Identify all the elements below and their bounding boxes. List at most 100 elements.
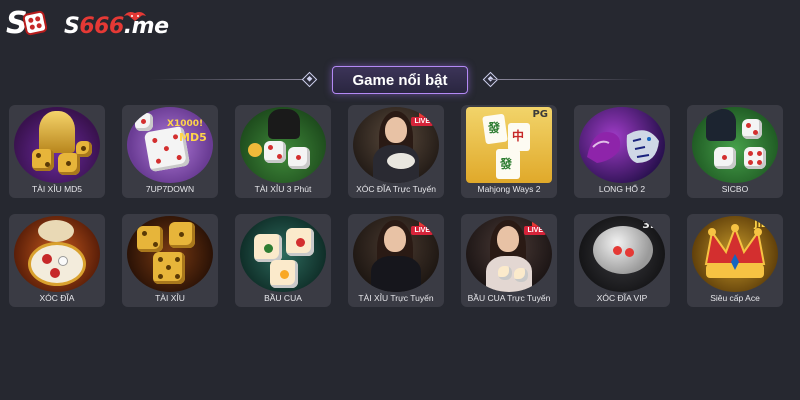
coin-icon [248,143,262,157]
plate-icon [28,242,86,286]
dice-icon [744,147,766,169]
md5-badge: MD5 [179,131,207,144]
game-label: TÀI XỈU Trực Tuyến [358,293,434,303]
live-badge: LIVE [524,226,546,235]
dice-icon [58,153,80,175]
game-card-bau-cua[interactable]: BẦU CUA [235,214,331,307]
tile-glyph: 發 [500,157,513,171]
multiplier-badge: X1000! [167,119,204,129]
shaker-cup-icon [706,109,736,141]
bowl-icon [38,220,74,242]
game-label: TÀI XỈU [155,293,185,303]
game-thumbnail [579,107,665,183]
live-badge: LIVE [411,226,433,235]
game-thumbnail: JILI [692,216,778,292]
live-badge: LIVE [411,117,433,126]
game-card-tai-xiu-truc-tuyen[interactable]: LIVE TÀI XỈU Trực Tuyến [348,214,444,307]
dragon-tiger-icon [587,130,659,163]
game-card-long-ho-2[interactable]: LONG HỔ 2 [574,105,670,198]
game-label: TÀI XỈU 3 Phút [254,184,312,194]
dice-icon [76,141,92,157]
game-row: TÀI XỈU MD5 X1000! MD5 7UP7DOWN TÀI XỈU … [9,105,789,198]
game-card-mahjong-ways-2[interactable]: 發 中 發 PG Mahjong Ways 2 [461,105,557,198]
game-label: XÓC ĐĨA Trực Tuyến [356,184,436,194]
buffalo-mascot-icon [124,12,146,21]
logo-dice-icon [21,9,49,37]
dice-icon [32,149,54,171]
game-label: BẦU CUA [264,293,302,303]
divider-line-right [490,79,650,80]
section-title: Game nổi bật [332,66,468,94]
game-card-tai-xiu[interactable]: TÀI XỈU [122,214,218,307]
game-row: XÓC ĐĨA TÀI XỈU BẦU CUA LIVE TÀI XỈU Trự… [9,214,789,307]
game-card-sicbo[interactable]: SICBO [687,105,783,198]
shaker-cup-icon [268,109,300,139]
game-label: TÀI XỈU MD5 [31,184,83,194]
game-card-xoc-dia-truc-tuyen[interactable]: LIVE XÓC ĐĨA Trực Tuyến [348,105,444,198]
dice-icon [137,226,163,252]
section-header: Game nổi bật [150,66,650,94]
coin-icon [42,254,52,264]
game-card-xoc-dia[interactable]: XÓC ĐĨA [9,214,105,307]
jester-hat-icon [704,224,766,278]
diamond-ornament-icon [301,71,318,88]
dealer-avatar [497,226,519,252]
game-grid: TÀI XỈU MD5 X1000! MD5 7UP7DOWN TÀI XỈU … [9,105,789,307]
game-label: Siêu cấp Ace [710,293,760,303]
game-thumbnail: 3D [579,216,665,292]
dice-icon [264,141,286,163]
game-card-7up7down[interactable]: X1000! MD5 7UP7DOWN [122,105,218,198]
dealer-avatar [385,117,407,143]
dice-icon [742,119,762,139]
logo-wordmark: S666.me [64,14,169,39]
game-label: XÓC ĐĨA VIP [596,293,648,303]
game-label: XÓC ĐĨA [39,293,75,303]
pg-badge: PG [532,109,548,120]
tile-glyph: 中 [512,129,525,143]
game-thumbnail [240,216,326,292]
game-card-tai-xiu-md5[interactable]: TÀI XỈU MD5 [9,105,105,198]
game-thumbnail: LIVE [353,107,439,183]
game-card-bau-cua-truc-tuyen[interactable]: LIVE BẦU CUA Trực Tuyến [461,214,557,307]
game-thumbnail [14,107,100,183]
dealer-body [371,256,421,292]
game-thumbnail: LIVE [466,216,552,292]
game-label: BẦU CUA Trực Tuyến [467,293,551,303]
dice-icon [135,113,153,131]
dice-icon [288,147,310,169]
game-label: 7UP7DOWN [145,184,195,194]
tile-glyph: 發 [488,121,501,135]
bau-cua-dice-icon [498,266,512,280]
bau-cua-dice-icon [514,268,528,282]
bau-cua-dice-icon [270,260,298,288]
game-card-xoc-dia-vip[interactable]: 3D XÓC ĐĨA VIP [574,214,670,307]
jili-badge: JILI [754,220,770,230]
gold-cup-icon [39,111,75,153]
game-thumbnail: X1000! MD5 [127,107,213,183]
bau-cua-dice-icon [286,228,314,256]
bau-cua-dice-icon [254,234,282,262]
game-thumbnail [14,216,100,292]
game-label: LONG HỔ 2 [598,184,646,194]
dice-icon [153,252,185,284]
game-thumbnail: 發 中 發 PG [466,107,552,183]
game-label: Mahjong Ways 2 [477,184,541,194]
game-thumbnail [127,216,213,292]
game-label: SICBO [721,184,749,194]
coin-icon [625,248,634,257]
glass-dome-icon [593,226,653,274]
game-thumbnail: LIVE [353,216,439,292]
game-card-sieu-cap-ace[interactable]: JILI Siêu cấp Ace [687,214,783,307]
site-logo[interactable]: S S666.me [4,6,169,41]
3d-badge: 3D [642,218,659,231]
dice-icon [714,147,736,169]
coin-icon [50,268,60,278]
game-card-tai-xiu-3-phut[interactable]: TÀI XỈU 3 Phút [235,105,331,198]
game-thumbnail [692,107,778,183]
dealer-avatar [384,226,406,252]
coin-icon [58,256,68,266]
game-thumbnail [240,107,326,183]
plate-icon [387,153,415,169]
coin-icon [613,246,622,255]
divider-line-left [150,79,310,80]
